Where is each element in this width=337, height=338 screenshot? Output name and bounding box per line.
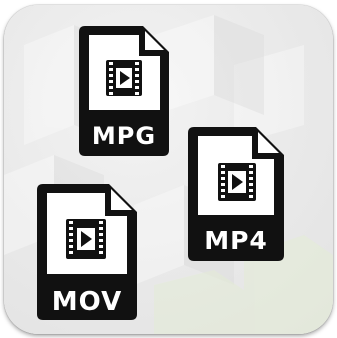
mov-file-icon[interactable]: MOV — [37, 184, 137, 320]
app-icon-tile[interactable]: MPG MP4 MOV — [4, 5, 333, 334]
mpg-file-icon[interactable]: MPG — [79, 26, 169, 156]
film-play-icon — [106, 60, 142, 96]
mpg-label: MPG — [92, 122, 156, 150]
mp4-file-icon[interactable]: MP4 — [188, 127, 284, 261]
film-play-icon — [66, 219, 106, 259]
mp4-label: MP4 — [204, 226, 268, 255]
mov-label: MOV — [52, 287, 122, 317]
film-play-icon — [218, 163, 256, 201]
